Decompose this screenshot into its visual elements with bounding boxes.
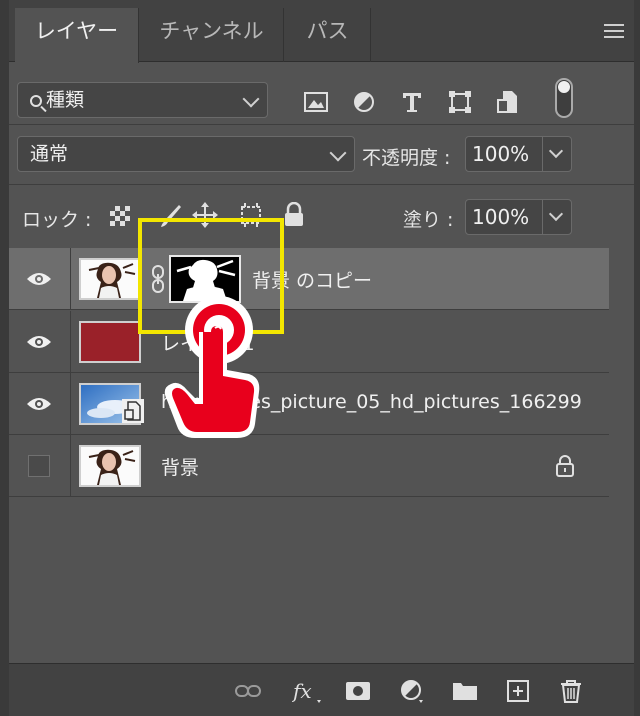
- layer-row[interactable]: レイヤー 1: [9, 311, 609, 373]
- opacity-slider-toggle[interactable]: [542, 136, 572, 172]
- shape-layer-filter-icon[interactable]: [447, 89, 473, 115]
- panel-menu-icon[interactable]: [604, 24, 624, 40]
- chevron-down-icon: [548, 206, 564, 222]
- pixel-layer-filter-icon[interactable]: [303, 89, 329, 115]
- blend-row: 通常 不透明度 : 100%: [9, 125, 634, 183]
- fill-label: 塗り :: [403, 209, 454, 231]
- blend-mode-value: 通常: [30, 143, 69, 165]
- visibility-cell[interactable]: [9, 435, 71, 497]
- visibility-toggle[interactable]: [28, 455, 50, 477]
- lock-icon: [556, 455, 574, 477]
- tab-channels[interactable]: チャンネル: [140, 8, 284, 62]
- eye-icon[interactable]: [26, 334, 52, 350]
- layer-name[interactable]: 背景: [161, 453, 199, 480]
- layer-row[interactable]: hd_pictures_picture_05_hd_pictures_16629…: [9, 373, 609, 435]
- panel-footer: fx: [9, 663, 634, 716]
- chevron-down-icon: [242, 90, 260, 108]
- lock-all-icon[interactable]: [283, 202, 305, 228]
- toggle-knob: [558, 81, 570, 93]
- layer-style-fx-icon[interactable]: fx: [292, 678, 324, 704]
- search-icon: [30, 95, 42, 107]
- eye-icon[interactable]: [26, 271, 52, 287]
- blend-mode-select[interactable]: 通常: [17, 136, 355, 172]
- type-layer-filter-icon[interactable]: [399, 89, 425, 115]
- opacity-label: 不透明度 :: [362, 147, 451, 169]
- lock-transparent-pixels-icon[interactable]: [109, 205, 131, 227]
- tab-layers[interactable]: レイヤー: [15, 8, 139, 63]
- link-layers-icon[interactable]: [235, 678, 261, 704]
- eye-icon[interactable]: [26, 396, 52, 412]
- lock-row: ロック : 塗り : 100%: [9, 185, 634, 247]
- layer-thumbnail: [79, 321, 141, 363]
- lock-label: ロック :: [22, 209, 92, 231]
- pointing-hand-icon: [164, 296, 260, 438]
- svg-text:fx: fx: [292, 679, 312, 703]
- chevron-down-icon: [548, 143, 564, 159]
- layers-empty-area: [9, 497, 634, 663]
- tab-bar: レイヤー チャンネル パス: [9, 0, 634, 63]
- visibility-cell[interactable]: [9, 311, 71, 373]
- layer-thumbnail: [79, 258, 141, 300]
- visibility-cell[interactable]: [9, 373, 71, 435]
- tab-paths[interactable]: パス: [285, 8, 371, 62]
- filter-kind-select[interactable]: 種類: [17, 82, 268, 118]
- layer-thumbnail: [79, 445, 141, 487]
- new-group-folder-icon[interactable]: [452, 678, 478, 704]
- smart-object-filter-icon[interactable]: [495, 89, 521, 115]
- new-adjustment-layer-icon[interactable]: [399, 678, 425, 704]
- layer-row[interactable]: 背景: [9, 435, 609, 497]
- smart-object-badge-icon: [122, 399, 144, 423]
- visibility-cell[interactable]: [9, 248, 71, 310]
- filter-toggle[interactable]: [555, 78, 573, 118]
- fill-input[interactable]: 100%: [465, 199, 543, 235]
- filter-kind-label: 種類: [46, 89, 85, 111]
- layer-row[interactable]: 背景 のコピー: [9, 248, 609, 310]
- add-mask-icon[interactable]: [345, 678, 371, 704]
- adjustment-layer-filter-icon[interactable]: [351, 89, 377, 115]
- new-layer-icon[interactable]: [505, 678, 531, 704]
- opacity-input[interactable]: 100%: [465, 136, 543, 172]
- chevron-down-icon: [329, 144, 347, 162]
- filter-row: 種類: [9, 63, 634, 123]
- fill-slider-toggle[interactable]: [542, 199, 572, 235]
- delete-layer-icon[interactable]: [558, 678, 584, 704]
